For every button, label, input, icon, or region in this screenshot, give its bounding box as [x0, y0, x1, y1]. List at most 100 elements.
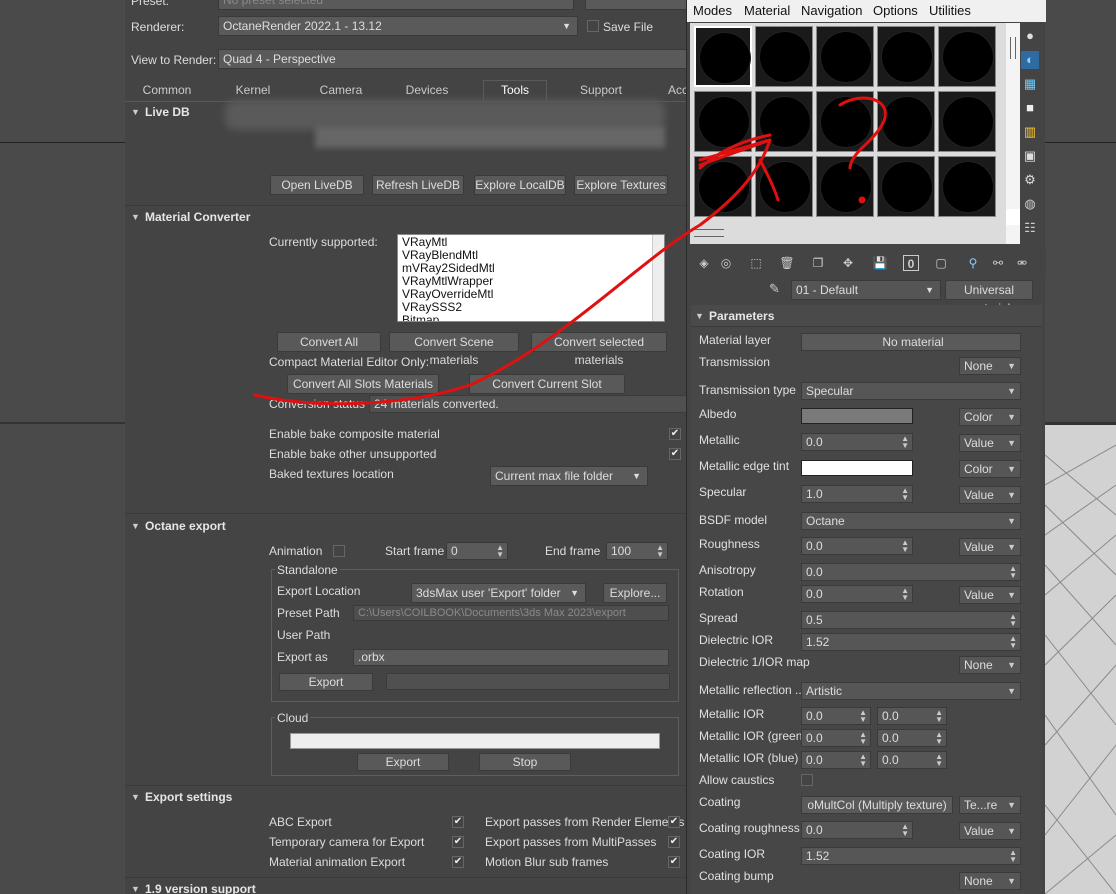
spinner-arrows-icon[interactable]: ▲ ▼ — [859, 753, 867, 768]
metallic-ior-blue-spinner-1[interactable]: 0.0 ▲ ▼ — [801, 751, 871, 769]
make-unique-icon[interactable]: ✥ — [840, 255, 856, 271]
tab-common[interactable]: Common — [135, 83, 199, 101]
edge-tint-type-dropdown[interactable]: Color ▼ — [959, 460, 1021, 478]
preset-extra[interactable] — [585, 0, 687, 10]
export-location-dropdown[interactable]: 3dsMax user 'Export' folder ▼ — [411, 583, 586, 603]
background-checker-icon[interactable]: ▦ — [1021, 75, 1039, 93]
spinner-arrows-icon[interactable]: ▲ ▼ — [656, 544, 664, 559]
explore-localdb-button[interactable]: Explore LocalDB — [474, 175, 566, 195]
roughness-spinner[interactable]: 0.0 ▲ ▼ — [801, 537, 913, 555]
save-file-checkbox[interactable] — [587, 20, 599, 32]
temp-camera-checkbox[interactable]: ✔ — [452, 836, 464, 848]
passes-render-checkbox[interactable]: ✔ — [668, 816, 680, 828]
convert-current-slot-button[interactable]: Convert Current Slot Material — [469, 374, 625, 409]
video-color-check-icon[interactable]: ▥ — [1021, 123, 1039, 141]
select-by-material-icon[interactable]: ◍ — [1021, 195, 1039, 213]
scroll-thumb[interactable] — [694, 229, 724, 237]
coating-roughness-type-dropdown[interactable]: Value ▼ — [959, 822, 1021, 840]
bsdf-model-select[interactable]: Octane ▼ — [801, 512, 1021, 530]
export-button[interactable]: Export — [279, 673, 373, 691]
material-slot[interactable] — [816, 156, 874, 217]
spinner-arrows-icon[interactable]: ▲ ▼ — [1009, 849, 1017, 864]
copy-material-icon[interactable]: ❐ — [810, 255, 826, 271]
put-to-library-icon[interactable]: 💾 — [872, 255, 888, 271]
go-to-parent-icon[interactable]: ⚯ — [990, 255, 1006, 271]
metallic-ior-green-spinner-2[interactable]: 0.0 ▲ ▼ — [877, 729, 947, 747]
tab-acc[interactable]: Acc — [663, 83, 687, 101]
convert-all-button[interactable]: Convert All — [277, 332, 381, 352]
backlight-icon[interactable]: ◐ — [1021, 51, 1039, 69]
dielectric-map-dropdown[interactable]: None ▼ — [959, 656, 1021, 674]
convert-all-slots-button[interactable]: Convert All Slots Materials — [287, 374, 439, 394]
transmission-type-select[interactable]: Specular ▼ — [801, 382, 1021, 400]
sample-uv-tiling-icon[interactable]: ■ — [1021, 99, 1039, 117]
metallic-ior-spinner-1[interactable]: 0.0 ▲ ▼ — [801, 707, 871, 725]
animation-checkbox[interactable] — [333, 545, 345, 557]
view-to-render-dropdown[interactable]: Quad 4 - Perspective — [218, 49, 687, 69]
collapse-triangle-icon[interactable]: ▼ — [131, 884, 140, 894]
abc-export-checkbox[interactable]: ✔ — [452, 816, 464, 828]
coating-type-dropdown[interactable]: Te...re ▼ — [959, 796, 1021, 814]
material-name-dropdown[interactable]: 01 - Default ▼ — [791, 280, 941, 300]
allow-caustics-checkbox[interactable] — [801, 774, 813, 786]
open-livedb-button[interactable]: Open LiveDB — [270, 175, 364, 195]
coating-roughness-spinner[interactable]: 0.0 ▲ ▼ — [801, 821, 913, 839]
assign-material-icon[interactable]: ⬚ — [748, 255, 764, 271]
collapse-triangle-icon[interactable]: ▼ — [131, 212, 140, 222]
motion-blur-checkbox[interactable]: ✔ — [668, 856, 680, 868]
perspective-viewport[interactable] — [1045, 425, 1116, 894]
explore-button[interactable]: Explore... — [603, 583, 667, 603]
menu-navigation[interactable]: Navigation — [801, 3, 862, 18]
metallic-ior-blue-spinner-2[interactable]: 0.0 ▲ ▼ — [877, 751, 947, 769]
spinner-arrows-icon[interactable]: ▲ ▼ — [935, 753, 943, 768]
tab-devices[interactable]: Devices — [395, 83, 459, 101]
metallic-spinner[interactable]: 0.0 ▲ ▼ — [801, 433, 913, 451]
get-material-icon[interactable]: ◈ — [696, 255, 712, 271]
baked-location-dropdown[interactable]: Current max file folder ▼ — [490, 466, 648, 486]
albedo-type-dropdown[interactable]: Color ▼ — [959, 408, 1021, 426]
tab-tools[interactable]: Tools — [483, 80, 547, 102]
material-layer-button[interactable]: No material — [801, 333, 1021, 351]
explore-textures-button[interactable]: Explore Textures — [574, 175, 668, 195]
bake-composite-checkbox[interactable]: ✔ — [669, 428, 681, 440]
end-frame-spinner[interactable]: 100 ▲ ▼ — [606, 542, 668, 560]
delete-icon[interactable]: 🗑 — [779, 255, 795, 271]
spinner-arrows-icon[interactable]: ▲ ▼ — [901, 587, 909, 602]
material-navigator-icon[interactable]: ☷ — [1021, 219, 1039, 237]
metallic-ior-green-spinner-1[interactable]: 0.0 ▲ ▼ — [801, 729, 871, 747]
v19-support-title[interactable]: 1.9 version support — [145, 882, 256, 894]
tab-camera[interactable]: Camera — [309, 83, 373, 101]
go-forward-sibling-icon[interactable]: ⚮ — [1014, 255, 1030, 271]
spinner-arrows-icon[interactable]: ▲ ▼ — [901, 539, 909, 554]
edge-tint-color-swatch[interactable] — [801, 460, 913, 476]
spinner-arrows-icon[interactable]: ▲ ▼ — [859, 709, 867, 724]
material-slot[interactable] — [816, 91, 874, 152]
material-slot[interactable] — [877, 91, 935, 152]
spinner-arrows-icon[interactable]: ▲ ▼ — [901, 435, 909, 450]
transmission-type-dropdown[interactable]: None ▼ — [959, 357, 1021, 375]
anisotropy-spinner[interactable]: 0.0 ▲ ▼ — [801, 563, 1021, 581]
material-converter-title[interactable]: Material Converter — [145, 210, 250, 224]
export-as-field[interactable]: .orbx — [353, 649, 669, 666]
show-end-result-icon[interactable]: ⚲ — [965, 255, 981, 271]
material-type-button[interactable]: Universal material — [945, 280, 1033, 315]
options-icon[interactable]: ⚙ — [1021, 171, 1039, 189]
spread-spinner[interactable]: 0.5 ▲ ▼ — [801, 611, 1021, 629]
rotation-type-dropdown[interactable]: Value ▼ — [959, 586, 1021, 604]
livedb-title[interactable]: Live DB — [145, 105, 190, 119]
coating-map-button[interactable]: oMultCol (Multiply texture) — [801, 796, 953, 814]
spinner-arrows-icon[interactable]: ▲ ▼ — [859, 731, 867, 746]
material-slot[interactable] — [694, 26, 752, 87]
material-slot[interactable] — [938, 26, 996, 87]
spinner-arrows-icon[interactable]: ▲ ▼ — [901, 487, 909, 502]
convert-selected-materials-button[interactable]: Convert selected materials — [531, 332, 667, 367]
collapse-triangle-icon[interactable]: ▼ — [131, 792, 140, 802]
menu-utilities[interactable]: Utilities — [929, 3, 971, 18]
tab-support[interactable]: Support — [569, 83, 633, 101]
renderer-dropdown[interactable]: OctaneRender 2022.1 - 13.12 ▼ — [218, 16, 578, 36]
material-slot[interactable] — [755, 91, 813, 152]
start-frame-spinner[interactable]: 0 ▲ ▼ — [446, 542, 508, 560]
metallic-ior-spinner-2[interactable]: 0.0 ▲ ▼ — [877, 707, 947, 725]
material-slot[interactable] — [816, 26, 874, 87]
menu-material[interactable]: Material — [744, 3, 790, 18]
